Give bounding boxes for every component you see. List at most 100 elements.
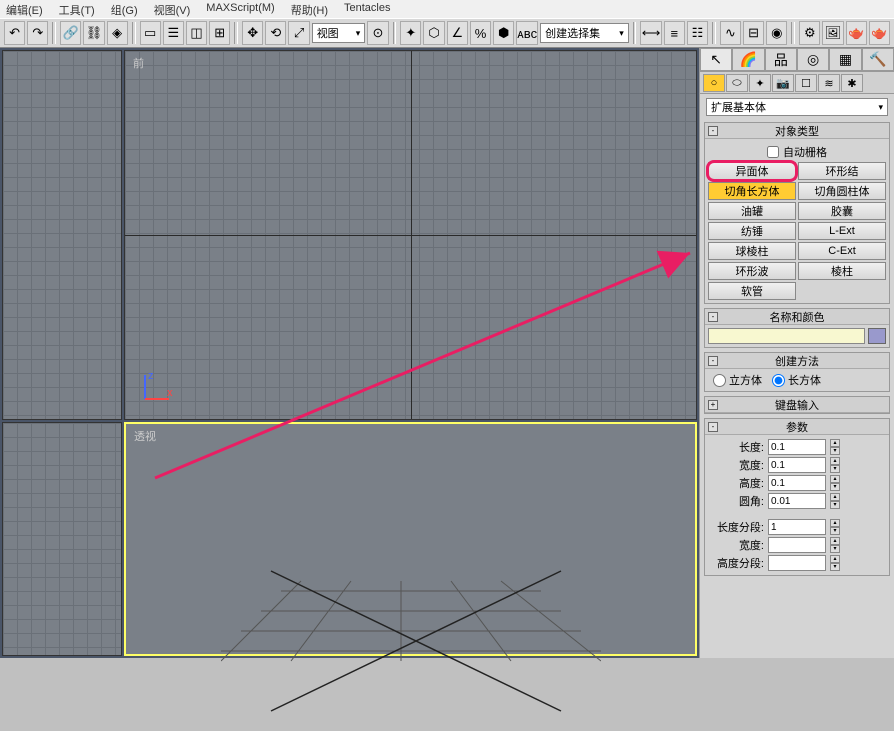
torus-knot-button[interactable]: 环形结: [798, 162, 886, 180]
rollout-toggle[interactable]: +: [708, 400, 718, 410]
capsule-button[interactable]: 胶囊: [798, 202, 886, 220]
cameras-subtab[interactable]: 📷: [772, 74, 794, 92]
spinner-snap-button[interactable]: ⬢: [493, 21, 514, 45]
redo-button[interactable]: ↷: [27, 21, 48, 45]
length-segs-input[interactable]: [768, 519, 826, 535]
menu-maxscript[interactable]: MAXScript(M): [206, 2, 274, 16]
hierarchy-tab[interactable]: 品: [765, 48, 797, 71]
select-region-button[interactable]: ◫: [186, 21, 207, 45]
systems-subtab[interactable]: ✱: [841, 74, 863, 92]
helpers-subtab[interactable]: ☐: [795, 74, 817, 92]
unlink-button[interactable]: ⛓: [83, 21, 104, 45]
snap-toggle-button[interactable]: ⬡: [423, 21, 444, 45]
create-tab[interactable]: ↖: [700, 48, 732, 71]
spinner-down[interactable]: ▾: [830, 447, 840, 455]
c-ext-button[interactable]: C-Ext: [798, 242, 886, 260]
bind-button[interactable]: ◈: [107, 21, 128, 45]
spinner-down[interactable]: ▾: [830, 483, 840, 491]
rotate-button[interactable]: ⟲: [265, 21, 286, 45]
cube-radio[interactable]: 立方体: [713, 372, 762, 388]
align-button[interactable]: ≡: [664, 21, 685, 45]
render-frame-button[interactable]: 🖼: [822, 21, 843, 45]
height-segs-input[interactable]: [768, 555, 826, 571]
link-button[interactable]: 🔗: [60, 21, 81, 45]
abc-button[interactable]: ᴀʙᴄ: [516, 21, 538, 45]
spinner-up[interactable]: ▴: [830, 519, 840, 527]
display-tab[interactable]: ▦: [829, 48, 861, 71]
move-button[interactable]: ✥: [242, 21, 263, 45]
menu-tools[interactable]: 工具(T): [59, 2, 95, 16]
scale-button[interactable]: ⤢: [288, 21, 309, 45]
pivot-button[interactable]: ⊙: [367, 21, 388, 45]
reference-coord-combo[interactable]: 视图: [312, 23, 366, 43]
chamfer-cyl-button[interactable]: 切角圆柱体: [798, 182, 886, 200]
spinner-down[interactable]: ▾: [830, 563, 840, 571]
shapes-subtab[interactable]: ⬭: [726, 74, 748, 92]
schematic-button[interactable]: ⊟: [743, 21, 764, 45]
rollout-toggle[interactable]: -: [708, 312, 718, 322]
spinner-up[interactable]: ▴: [830, 475, 840, 483]
box-radio[interactable]: 长方体: [772, 372, 821, 388]
menu-tentacles[interactable]: Tentacles: [344, 2, 390, 16]
render-button[interactable]: 🫖: [869, 21, 890, 45]
spinner-up[interactable]: ▴: [830, 493, 840, 501]
ringwave-button[interactable]: 环形波: [708, 262, 796, 280]
viewport-bottom-left[interactable]: [2, 422, 122, 656]
rollout-toggle[interactable]: -: [708, 126, 718, 136]
oiltank-button[interactable]: 油罐: [708, 202, 796, 220]
render-setup-button[interactable]: ⚙: [799, 21, 820, 45]
motion-tab[interactable]: ◎: [797, 48, 829, 71]
width-input[interactable]: [768, 457, 826, 473]
layers-button[interactable]: ☷: [687, 21, 708, 45]
l-ext-button[interactable]: L-Ext: [798, 222, 886, 240]
height-input[interactable]: [768, 475, 826, 491]
hedra-button[interactable]: 异面体: [708, 162, 796, 180]
spinner-up[interactable]: ▴: [830, 537, 840, 545]
spinner-down[interactable]: ▾: [830, 545, 840, 553]
category-dropdown[interactable]: 扩展基本体: [706, 98, 888, 116]
hose-button[interactable]: 软管: [708, 282, 796, 300]
utilities-tab[interactable]: 🔨: [862, 48, 894, 71]
select-button[interactable]: ▭: [140, 21, 161, 45]
menu-help[interactable]: 帮助(H): [291, 2, 328, 16]
geometry-subtab[interactable]: ○: [703, 74, 725, 92]
fillet-input[interactable]: [768, 493, 826, 509]
chamfer-box-button[interactable]: 切角长方体: [708, 182, 796, 200]
object-name-input[interactable]: [708, 328, 865, 344]
menu-group[interactable]: 组(G): [111, 2, 138, 16]
width-segs-input[interactable]: [768, 537, 826, 553]
rollout-toggle[interactable]: -: [708, 422, 718, 432]
viewport-top-left[interactable]: [2, 50, 122, 420]
spindle-button[interactable]: 纺锤: [708, 222, 796, 240]
prism-button[interactable]: 棱柱: [798, 262, 886, 280]
window-crossing-button[interactable]: ⊞: [209, 21, 230, 45]
curve-editor-button[interactable]: ∿: [720, 21, 741, 45]
mirror-button[interactable]: ⟷: [640, 21, 661, 45]
spinner-up[interactable]: ▴: [830, 457, 840, 465]
material-editor-button[interactable]: ◉: [766, 21, 787, 45]
manipulate-button[interactable]: ✦: [400, 21, 421, 45]
spinner-down[interactable]: ▾: [830, 501, 840, 509]
spinner-up[interactable]: ▴: [830, 555, 840, 563]
undo-button[interactable]: ↶: [4, 21, 25, 45]
rollout-toggle[interactable]: -: [708, 356, 718, 366]
spinner-down[interactable]: ▾: [830, 527, 840, 535]
length-input[interactable]: [768, 439, 826, 455]
color-swatch[interactable]: [868, 328, 886, 344]
gengon-button[interactable]: 球棱柱: [708, 242, 796, 260]
menu-view[interactable]: 视图(V): [154, 2, 191, 16]
select-by-name-button[interactable]: ☰: [163, 21, 184, 45]
angle-snap-button[interactable]: ∠: [447, 21, 468, 45]
viewport-front[interactable]: 前 zx: [124, 50, 697, 420]
modify-tab[interactable]: 🌈: [732, 48, 764, 71]
viewport-perspective[interactable]: 透视: [124, 422, 697, 656]
menu-edit[interactable]: 编辑(E): [6, 2, 43, 16]
quick-render-button[interactable]: 🫖: [846, 21, 867, 45]
spinner-down[interactable]: ▾: [830, 465, 840, 473]
lights-subtab[interactable]: ✦: [749, 74, 771, 92]
spacewarps-subtab[interactable]: ≋: [818, 74, 840, 92]
spinner-up[interactable]: ▴: [830, 439, 840, 447]
autogrid-checkbox[interactable]: [767, 146, 779, 158]
percent-snap-button[interactable]: %: [470, 21, 491, 45]
selection-set-combo[interactable]: 创建选择集: [540, 23, 629, 43]
